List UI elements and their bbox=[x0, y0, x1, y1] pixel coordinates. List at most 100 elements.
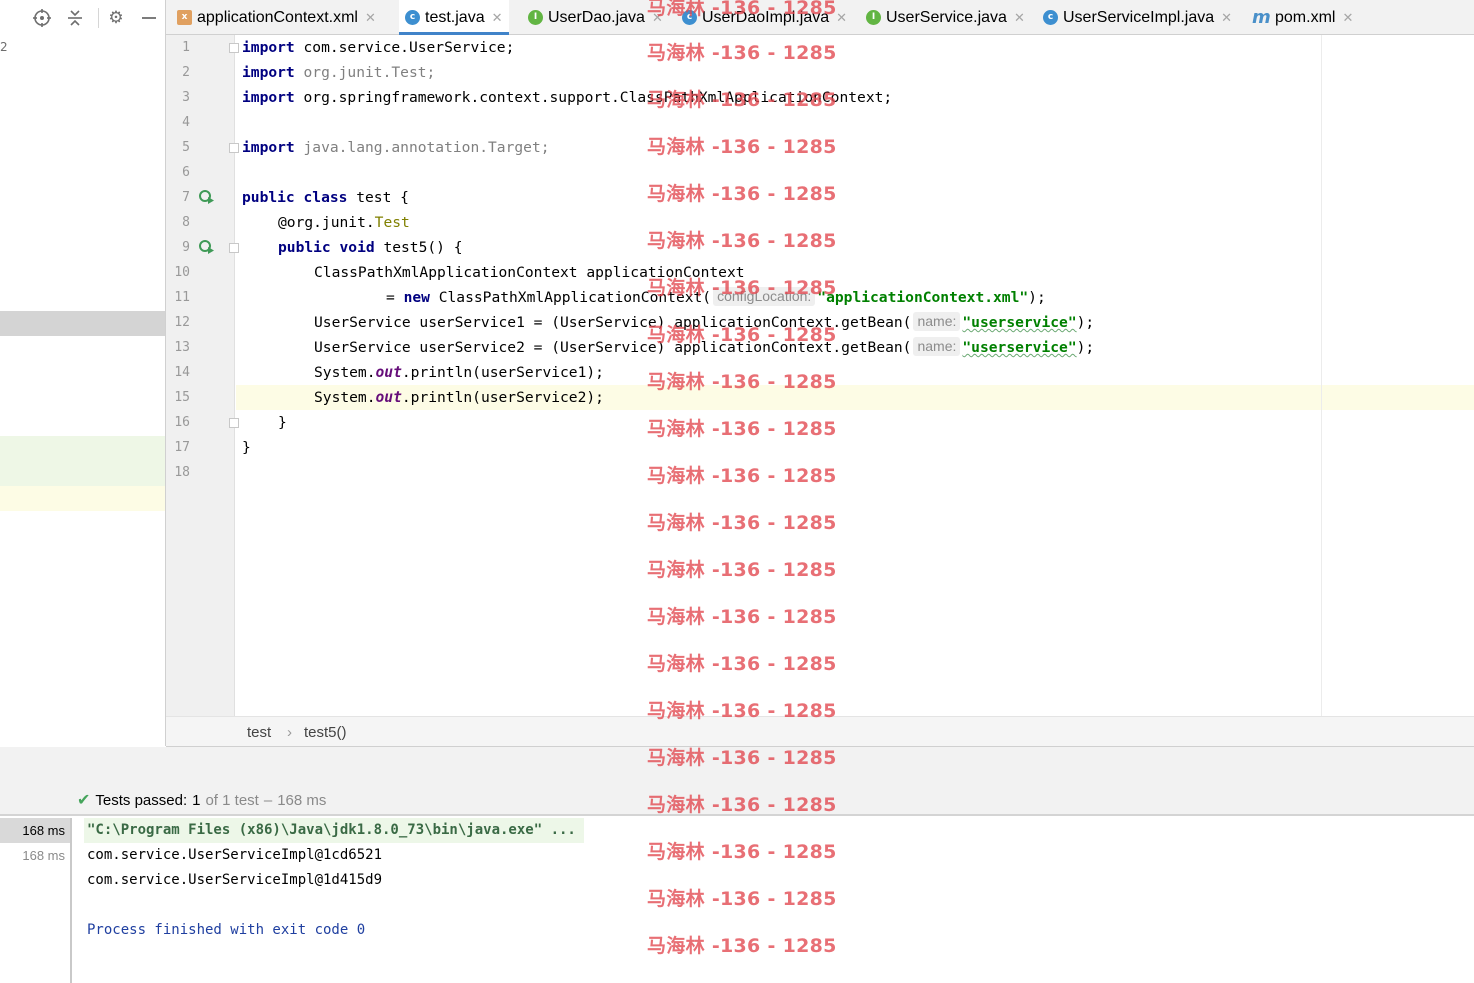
code-text: ); bbox=[1076, 314, 1095, 331]
line-number: 14 bbox=[174, 365, 190, 380]
test-status-bar: ✔ Tests passed: 1 of 1 test – 168 ms bbox=[0, 784, 1474, 816]
class-file-icon: c bbox=[682, 10, 697, 25]
code-text: .println(userService2); bbox=[401, 389, 604, 406]
console-exit-line: Process finished with exit code 0 bbox=[87, 922, 366, 938]
fold-icon[interactable] bbox=[229, 418, 239, 428]
collapse-all-icon[interactable] bbox=[65, 8, 85, 28]
tab-label: UserServiceImpl.java bbox=[1063, 8, 1215, 26]
test-time-row[interactable]: 168 ms bbox=[0, 843, 70, 868]
tests-passed-label: Tests passed: bbox=[95, 791, 188, 809]
tab-userserviceimpl-java[interactable]: c UserServiceImpl.java ✕ bbox=[1037, 0, 1238, 35]
run-test-method-icon[interactable] bbox=[199, 239, 215, 255]
fold-icon[interactable] bbox=[229, 43, 239, 53]
gear-icon[interactable]: ⚙ bbox=[106, 8, 126, 28]
close-icon[interactable]: ✕ bbox=[492, 10, 503, 26]
editor-gutter: 1 2 3 4 5 6 7 8 9 10 11 12 13 14 15 16 1… bbox=[166, 35, 239, 716]
tab-label: test.java bbox=[425, 8, 485, 26]
close-icon[interactable]: ✕ bbox=[365, 10, 376, 26]
class-file-icon: c bbox=[405, 10, 420, 25]
code-line-13: UserService userService2 = (UserService)… bbox=[314, 335, 1094, 360]
code-text: test { bbox=[347, 189, 409, 206]
keyword: import bbox=[242, 64, 295, 81]
hide-panel-icon[interactable] bbox=[139, 8, 159, 28]
class-file-icon: c bbox=[1043, 10, 1058, 25]
line-number: 2 bbox=[182, 65, 190, 80]
close-icon[interactable]: ✕ bbox=[1221, 10, 1232, 26]
code-text: UserService userService1 = (UserService)… bbox=[314, 314, 912, 331]
parameter-hint: name: bbox=[913, 337, 961, 356]
string-literal: "userservice" bbox=[962, 314, 1077, 331]
breadcrumb-class[interactable]: test bbox=[247, 724, 271, 741]
line-number: 16 bbox=[174, 415, 190, 430]
code-line-10: ClassPathXmlApplicationContext applicati… bbox=[314, 264, 745, 281]
unused-import-text: org.junit.Test; bbox=[294, 64, 436, 81]
breadcrumb: test › test5() bbox=[166, 716, 1474, 747]
interface-file-icon: I bbox=[528, 10, 543, 25]
line-number: 17 bbox=[174, 440, 190, 455]
close-icon[interactable]: ✕ bbox=[1342, 10, 1353, 26]
tab-test-java[interactable]: c test.java ✕ bbox=[399, 0, 509, 35]
fold-icon[interactable] bbox=[229, 143, 239, 153]
code-line-1: import com.service.UserService; bbox=[242, 35, 514, 60]
tab-userdao-java[interactable]: I UserDao.java ✕ bbox=[522, 0, 669, 35]
editor-tab-bar: x applicationContext.xml ✕ c test.java ✕… bbox=[166, 0, 1474, 35]
project-tree-fragment: 2 bbox=[0, 40, 8, 54]
code-line-15: System.out.println(userService2); bbox=[314, 385, 604, 410]
keyword: import bbox=[242, 89, 295, 106]
line-number: 10 bbox=[174, 265, 190, 280]
code-line-16: } bbox=[278, 414, 287, 431]
run-tool-header bbox=[0, 747, 1474, 784]
test-time-row[interactable]: 168 ms bbox=[0, 818, 70, 843]
xml-file-icon: x bbox=[177, 10, 192, 25]
breadcrumb-separator: › bbox=[287, 724, 292, 741]
project-tree-added-rows[interactable] bbox=[0, 436, 165, 486]
string-literal: "applicationContext.xml" bbox=[817, 289, 1029, 306]
console-line: com.service.UserServiceImpl@1d415d9 bbox=[87, 872, 383, 888]
annotation-type: Test bbox=[374, 214, 410, 231]
test-tree: 168 ms 168 ms bbox=[0, 818, 72, 983]
line-number: 7 bbox=[182, 190, 190, 205]
maven-icon: m bbox=[1252, 7, 1271, 28]
line-number: 12 bbox=[174, 315, 190, 330]
code-line-3: import org.springframework.context.suppo… bbox=[242, 85, 892, 110]
code-line-7: public class test { bbox=[242, 185, 409, 210]
parameter-hint: name: bbox=[913, 312, 961, 331]
project-tree-modified-row[interactable] bbox=[0, 486, 165, 511]
keyword: public class bbox=[242, 189, 348, 206]
console-command-line[interactable]: "C:\Program Files (x86)\Java\jdk1.8.0_73… bbox=[84, 818, 584, 843]
code-text: org.springframework.context.support.Clas… bbox=[294, 89, 893, 106]
code-editor[interactable]: 1 2 3 4 5 6 7 8 9 10 11 12 13 14 15 16 1… bbox=[166, 35, 1474, 716]
code-line-17: } bbox=[242, 439, 251, 456]
tab-userservice-java[interactable]: I UserService.java ✕ bbox=[860, 0, 1031, 35]
tab-pom-xml[interactable]: m pom.xml ✕ bbox=[1246, 0, 1359, 35]
tab-label: applicationContext.xml bbox=[197, 8, 358, 26]
tab-applicationcontext-xml[interactable]: x applicationContext.xml ✕ bbox=[171, 0, 382, 35]
tab-label: UserDaoImpl.java bbox=[702, 8, 830, 26]
code-text: System. bbox=[314, 389, 376, 406]
run-test-class-icon[interactable] bbox=[199, 189, 215, 205]
breadcrumb-method[interactable]: test5() bbox=[304, 724, 347, 741]
tests-duration: 168 ms bbox=[277, 791, 327, 809]
close-icon[interactable]: ✕ bbox=[836, 10, 847, 26]
line-number: 18 bbox=[174, 465, 190, 480]
console-output[interactable]: "C:\Program Files (x86)\Java\jdk1.8.0_73… bbox=[72, 818, 1474, 983]
tab-label: UserDao.java bbox=[548, 8, 645, 26]
project-tree-selected-row[interactable] bbox=[0, 311, 165, 336]
keyword: public void bbox=[278, 239, 375, 256]
toolbar-separator bbox=[98, 8, 99, 28]
line-number: 13 bbox=[174, 340, 190, 355]
line-number: 6 bbox=[182, 165, 190, 180]
close-icon[interactable]: ✕ bbox=[1014, 10, 1025, 26]
tab-label: pom.xml bbox=[1275, 8, 1336, 26]
interface-file-icon: I bbox=[866, 10, 881, 25]
tab-userdaoimpl-java[interactable]: c UserDaoImpl.java ✕ bbox=[676, 0, 853, 35]
fold-icon[interactable] bbox=[229, 243, 239, 253]
tests-total: of 1 test bbox=[205, 791, 259, 809]
close-icon[interactable]: ✕ bbox=[652, 10, 663, 26]
code-text: = bbox=[386, 289, 404, 306]
tab-label: UserService.java bbox=[886, 8, 1007, 26]
dash-separator: – bbox=[263, 791, 273, 809]
line-number: 11 bbox=[174, 290, 190, 305]
code-line-11: = new ClassPathXmlApplicationContext(con… bbox=[386, 285, 1046, 310]
locate-icon[interactable] bbox=[32, 8, 52, 28]
